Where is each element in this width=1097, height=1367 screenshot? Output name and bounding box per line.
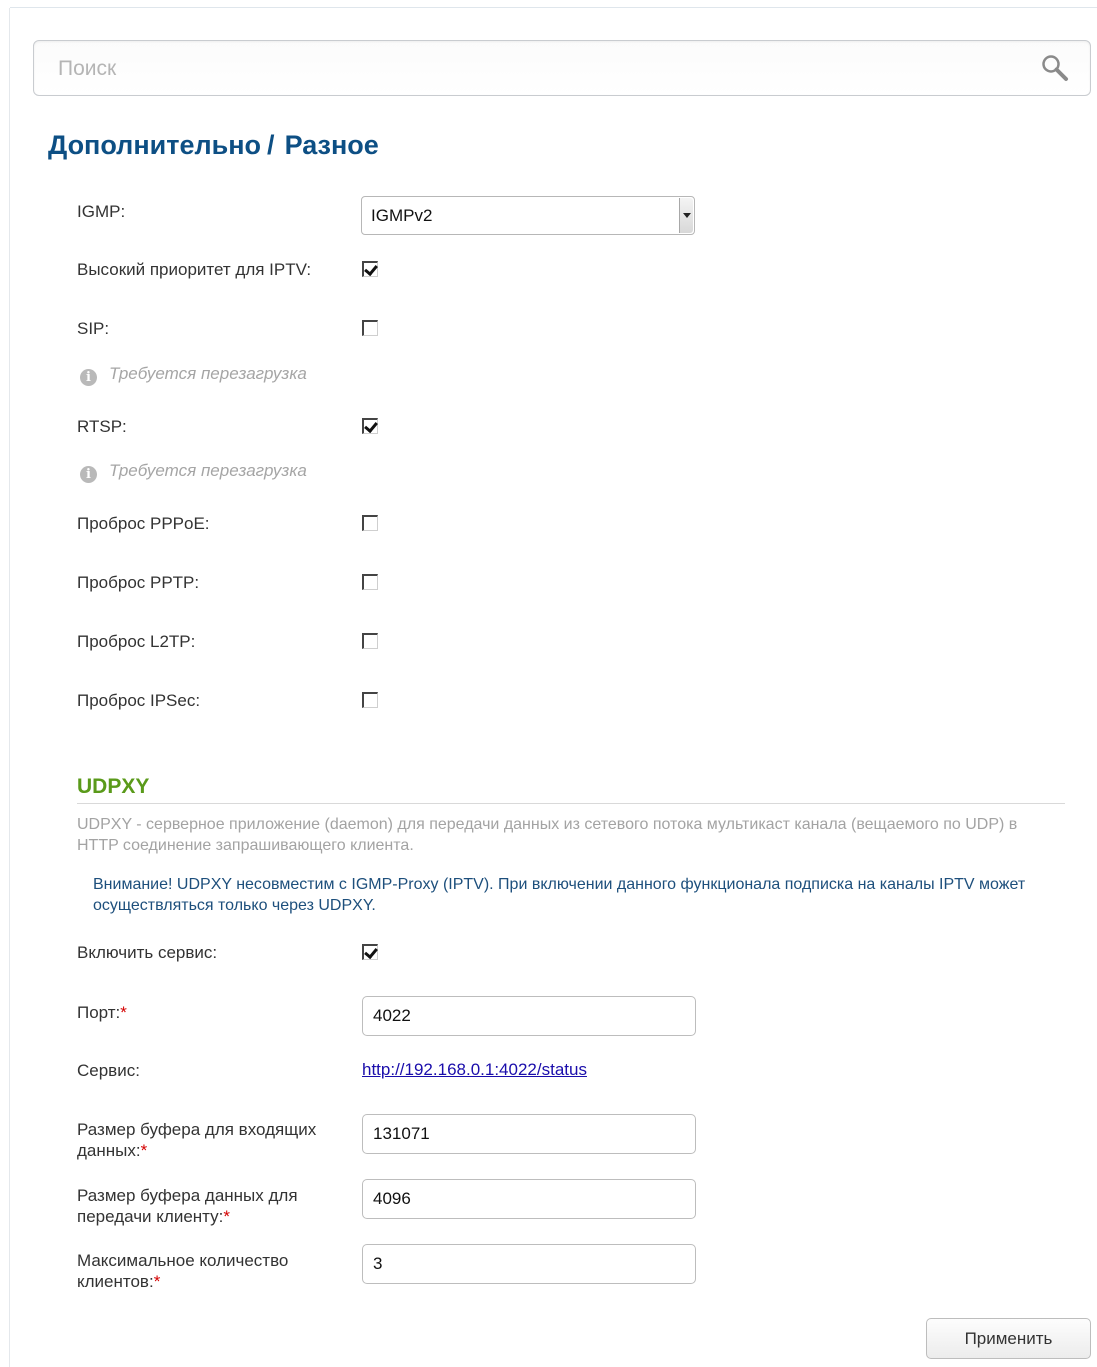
iptv-priority-checkbox[interactable]: [362, 261, 378, 277]
igmp-select-value: IGMPv2: [371, 206, 433, 225]
chevron-down-icon[interactable]: [679, 198, 693, 233]
required-mark: *: [140, 1141, 148, 1160]
udpxy-section-title: UDPXY: [77, 775, 150, 798]
rtsp-checkbox[interactable]: [362, 418, 378, 434]
info-icon: i: [80, 369, 97, 386]
out-buffer-label-text: Размер буфера данных для передачи клиент…: [77, 1186, 298, 1226]
sip-reboot-hint: i Требуется перезагрузка: [80, 364, 307, 386]
rtsp-hint-text: Требуется перезагрузка: [109, 461, 307, 480]
pppoe-label: Проброс PPPoE:: [77, 514, 210, 533]
enable-service-checkbox[interactable]: [362, 944, 378, 960]
l2tp-checkbox[interactable]: [362, 633, 378, 649]
apply-button[interactable]: Применить: [926, 1318, 1091, 1359]
in-buffer-input[interactable]: [362, 1114, 696, 1154]
max-clients-label-text: Максимальное количество клиентов:: [77, 1251, 289, 1291]
max-clients-label: Максимальное количество клиентов:*: [77, 1250, 347, 1292]
igmp-select[interactable]: IGMPv2: [361, 196, 695, 235]
port-input[interactable]: [362, 996, 696, 1036]
info-icon: i: [80, 466, 97, 483]
breadcrumb-section[interactable]: Дополнительно: [48, 130, 261, 160]
page-frame-left: [9, 8, 10, 1367]
breadcrumb-page: Разное: [284, 130, 379, 160]
max-clients-input[interactable]: [362, 1244, 696, 1284]
rtsp-label: RTSP:: [77, 417, 127, 436]
search-box[interactable]: [33, 40, 1091, 96]
ipsec-label: Проброс IPSec:: [77, 691, 201, 710]
sip-label: SIP:: [77, 319, 110, 338]
iptv-priority-label: Высокий приоритет для IPTV:: [77, 260, 312, 279]
page-title: Дополнительно / Разное: [48, 130, 379, 161]
sip-hint-text: Требуется перезагрузка: [109, 364, 307, 383]
required-mark: *: [223, 1207, 230, 1226]
enable-service-label: Включить сервис:: [77, 943, 218, 962]
udpxy-description: UDPXY - серверное приложение (daemon) дл…: [77, 816, 1018, 854]
required-mark: *: [120, 1003, 127, 1022]
search-input[interactable]: [56, 53, 1020, 85]
pppoe-checkbox[interactable]: [362, 515, 378, 531]
out-buffer-label: Размер буфера данных для передачи клиент…: [77, 1185, 347, 1227]
ipsec-checkbox[interactable]: [362, 692, 378, 708]
pptp-label: Проброс PPTP:: [77, 573, 200, 592]
search-icon[interactable]: [1040, 53, 1070, 83]
breadcrumb-separator: /: [267, 130, 275, 160]
required-mark: *: [153, 1272, 161, 1291]
section-divider: [77, 803, 1065, 804]
page-frame-top: [10, 7, 1097, 8]
in-buffer-label-text: Размер буфера для входящих данных:: [77, 1120, 317, 1160]
rtsp-reboot-hint: i Требуется перезагрузка: [80, 461, 307, 483]
sip-checkbox[interactable]: [362, 320, 378, 336]
port-label-text: Порт:: [77, 1003, 121, 1022]
in-buffer-label: Размер буфера для входящих данных:*: [77, 1119, 347, 1161]
port-label: Порт:*: [77, 1003, 127, 1023]
udpxy-warning: Внимание! UDPXY несовместим с IGMP-Proxy…: [93, 876, 1026, 914]
igmp-label: IGMP:: [77, 202, 126, 221]
service-label: Сервис:: [77, 1061, 140, 1080]
out-buffer-input[interactable]: [362, 1179, 696, 1219]
l2tp-label: Проброс L2TP:: [77, 632, 196, 651]
service-status-link[interactable]: http://192.168.0.1:4022/status: [362, 1060, 587, 1080]
pptp-checkbox[interactable]: [362, 574, 378, 590]
